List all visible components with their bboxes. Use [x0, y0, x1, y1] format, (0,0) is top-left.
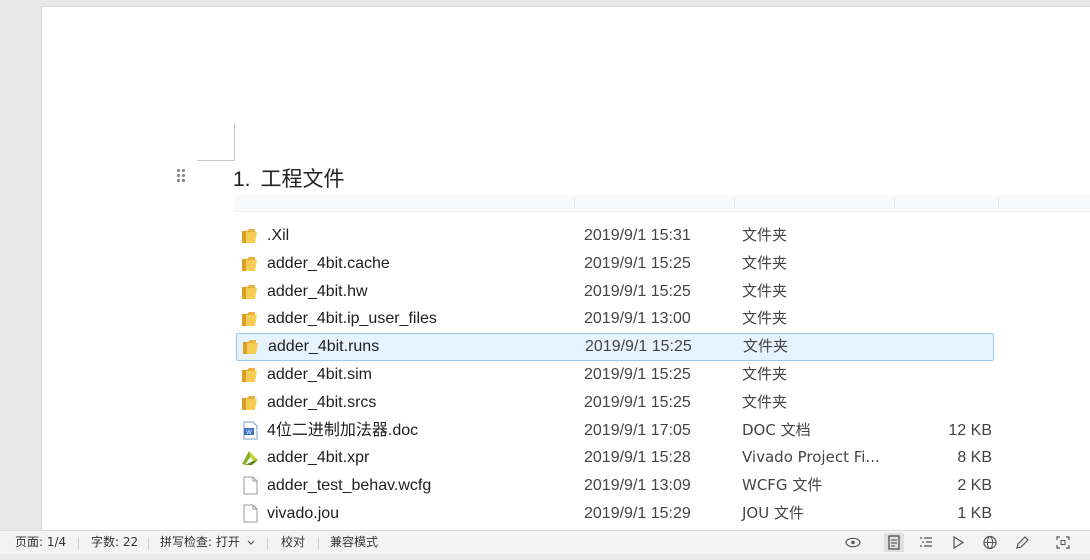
folder-icon	[241, 282, 259, 301]
play-icon[interactable]	[948, 533, 968, 552]
file-date: 2019/9/1 13:09	[584, 477, 691, 495]
svg-text:W: W	[246, 430, 252, 436]
file-row[interactable]: W 4位二进制加法器.doc 2019/9/1 17:05 DOC 文档 12 KB	[234, 417, 994, 444]
file-date: 2019/9/1 15:29	[584, 505, 691, 522]
file-name: adder_4bit.runs	[268, 338, 380, 356]
file-name: adder_4bit.srcs	[267, 393, 377, 411]
compat-mode-label: 兼容模式	[330, 535, 379, 549]
file-row[interactable]: vivado.jou 2019/9/1 15:29 JOU 文件 1 KB	[234, 500, 994, 527]
word-count[interactable]: 字数: 22	[91, 531, 138, 554]
file-row[interactable]: adder_4bit.ip_user_files 2019/9/1 13:00 文件…	[234, 305, 994, 332]
file-row[interactable]: adder_4bit.xpr 2019/9/1 15:28 Vivado Proje…	[234, 444, 994, 471]
file-size: 1 KB	[957, 505, 992, 522]
document-page[interactable]: 1. 工程文件 .Xil 2019/9/1 15:31 文件夹 adder_4bit.c…	[41, 6, 1090, 531]
file-name: adder_4bit.sim	[267, 366, 372, 383]
outline-view-icon[interactable]	[916, 533, 936, 552]
focus-icon[interactable]	[1053, 533, 1073, 552]
pen-icon[interactable]	[1012, 533, 1032, 552]
file-row[interactable]: adder_4bit.srcs 2019/9/1 15:25 文件夹	[234, 389, 994, 416]
file-row[interactable]: adder_4bit.runs 2019/9/1 15:25 文件夹	[236, 333, 994, 362]
file-date: 2019/9/1 15:25	[584, 393, 691, 411]
file-size: 2 KB	[957, 477, 992, 495]
file-type: Vivado Project Fi...	[742, 448, 880, 467]
spell-check-toggle[interactable]: 拼写检查: 打开	[160, 531, 255, 554]
page-indicator[interactable]: 页面: 1/4	[15, 531, 66, 554]
file-date: 2019/9/1 15:31	[584, 227, 691, 244]
file-date: 2019/9/1 13:00	[584, 310, 691, 328]
file-type: DOC 文档	[742, 420, 811, 439]
file-date: 2019/9/1 15:28	[584, 449, 691, 467]
file-date: 2019/9/1 15:25	[585, 338, 692, 356]
file-name: adder_test_behav.wcfg	[267, 477, 432, 495]
file-type: 文件夹	[742, 309, 788, 328]
proofread-button[interactable]: 校对	[281, 531, 305, 554]
vivado-project-icon	[241, 448, 259, 467]
file-name: adder_4bit.cache	[267, 254, 390, 272]
file-type: 文件夹	[742, 392, 788, 411]
file-row[interactable]: adder_test_behav.wcfg 2019/9/1 13:09 WCFG …	[234, 472, 994, 499]
file-size: 8 KB	[957, 449, 992, 467]
file-name: 4位二进制加法器.doc	[267, 421, 419, 439]
spell-check-label: 拼写检查: 打开	[160, 535, 240, 549]
folder-icon	[241, 226, 259, 245]
file-icon	[241, 504, 259, 523]
file-explorer-screenshot[interactable]: .Xil 2019/9/1 15:31 文件夹 adder_4bit.cache 201…	[234, 195, 1090, 531]
file-type: JOU 文件	[742, 504, 804, 522]
heading-number: 1.	[233, 168, 251, 191]
file-name: adder_4bit.hw	[267, 282, 368, 300]
heading-text: 工程文件	[260, 167, 345, 191]
folder-icon	[241, 393, 259, 412]
file-date: 2019/9/1 15:25	[584, 366, 691, 383]
folder-icon	[241, 365, 259, 384]
file-type: 文件夹	[742, 253, 788, 272]
file-date: 2019/9/1 15:25	[584, 254, 691, 272]
folder-icon	[241, 254, 259, 273]
eye-icon[interactable]	[843, 533, 863, 552]
file-size: 12 KB	[948, 421, 992, 439]
folder-icon	[242, 337, 260, 356]
page-view-icon[interactable]	[884, 533, 904, 552]
file-row[interactable]: adder_4bit.sim 2019/9/1 15:25 文件夹	[234, 361, 994, 388]
file-name: adder_4bit.xpr	[267, 449, 370, 467]
file-row[interactable]: .Xil 2019/9/1 15:31 文件夹	[234, 222, 994, 249]
folder-icon	[241, 309, 259, 328]
status-bar: 页面: 1/4 字数: 22 拼写检查: 打开 校对 兼容模式	[0, 530, 1090, 554]
margin-corner-mark	[234, 123, 235, 160]
file-date: 2019/9/1 17:05	[584, 421, 691, 439]
file-name: adder_4bit.ip_user_files	[267, 310, 437, 328]
file-type: 文件夹	[742, 365, 788, 383]
file-row[interactable]: adder_4bit.hw 2019/9/1 15:25 文件夹	[234, 278, 994, 305]
file-icon	[241, 476, 259, 495]
word-doc-icon: W	[241, 421, 259, 440]
file-type: 文件夹	[742, 281, 788, 300]
section-heading[interactable]: 1. 工程文件	[233, 163, 345, 193]
file-type: 文件夹	[743, 337, 789, 356]
paragraph-drag-handle-icon[interactable]	[175, 167, 187, 183]
file-type: WCFG 文件	[742, 476, 823, 495]
explorer-header-strip	[234, 195, 1090, 212]
file-name: vivado.jou	[267, 505, 340, 522]
file-row[interactable]: adder_4bit.cache 2019/9/1 15:25 文件夹	[234, 250, 994, 277]
chevron-down-icon	[247, 540, 255, 545]
margin-corner-mark	[197, 160, 235, 161]
file-name: .Xil	[267, 227, 290, 244]
file-type: 文件夹	[742, 226, 788, 244]
web-view-icon[interactable]	[980, 533, 1000, 552]
file-date: 2019/9/1 15:25	[584, 282, 691, 300]
